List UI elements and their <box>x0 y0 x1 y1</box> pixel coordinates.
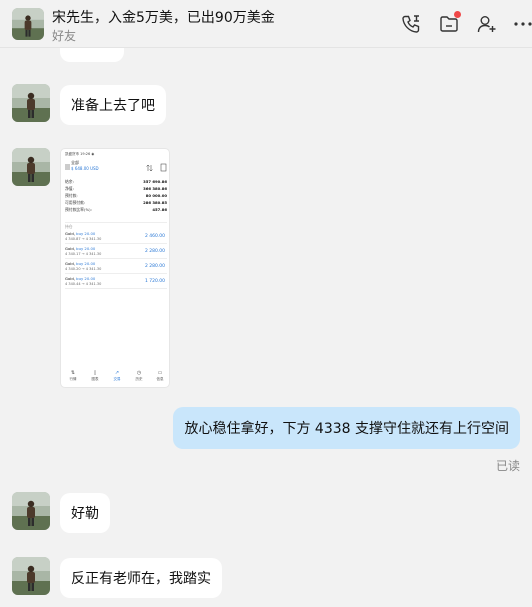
message-list[interactable]: 准备上去了吧 凯盛货币 19:26 ◉ 全部 $ 648.00 USD 结余: 3… <box>0 48 532 607</box>
screenshot-status-bar: 凯盛货币 19:26 ◉ <box>65 152 95 156</box>
image-message[interactable]: 凯盛货币 19:26 ◉ 全部 $ 648.00 USD 结余: 357 690.… <box>60 148 170 388</box>
contact-status: 好友 <box>52 29 77 43</box>
message-bubble[interactable]: 准备上去了吧 <box>60 85 166 125</box>
screenshot-positions-header: 持仓 <box>65 222 167 229</box>
chat-title: 宋先生，入金5万美，已出90万美金 <box>52 10 275 26</box>
message-bubble[interactable]: 反正有老师在，我踏实 <box>60 558 222 598</box>
call-icon[interactable] <box>400 13 422 35</box>
more-icon[interactable] <box>512 13 532 35</box>
screenshot-summary-row: 结余: 357 690.86 <box>65 179 167 184</box>
contact-avatar[interactable] <box>12 148 50 186</box>
contact-avatar[interactable] <box>12 557 50 595</box>
screenshot-summary-row: 预付款: 80 000.00 <box>65 193 167 198</box>
screenshot-account-balance: $ 648.00 USD <box>71 166 99 171</box>
screenshot-position-row: Gold, buy 20.00 4 340.17 → 4 341.30 2 28… <box>65 245 167 259</box>
screenshot-position-row: Gold, buy 20.00 4 340.20 → 4 341.30 2 28… <box>65 260 167 274</box>
add-friend-icon[interactable] <box>476 13 498 35</box>
notification-dot <box>454 11 461 18</box>
contact-avatar[interactable] <box>12 84 50 122</box>
contact-avatar[interactable] <box>12 492 50 530</box>
read-status: 已读 <box>495 459 520 473</box>
chat-header: 宋先生，入金5万美，已出90万美金 好友 <box>0 0 532 48</box>
screenshot-position-row: Gold, buy 20.00 4 340.44 → 4 341.30 1 72… <box>65 275 167 289</box>
folder-icon[interactable] <box>438 11 461 35</box>
screenshot-summary-row: 预付款比率(%): 457.86 <box>65 207 167 212</box>
contact-avatar[interactable] <box>12 8 44 40</box>
message-bubble[interactable]: 好勒 <box>60 493 110 533</box>
screenshot-summary-row: 可用预付款: 286 380.85 <box>65 200 167 205</box>
screenshot-summary-row: 净值: 366 380.86 <box>65 186 167 191</box>
message-bubble-partial <box>60 48 124 62</box>
screenshot-position-row: Gold, buy 20.00 4 340.87 → 4 341.30 2 46… <box>65 230 167 244</box>
message-bubble-outgoing[interactable]: 放心稳住拿好，下方 4338 支撑守住就还有上行空间 <box>173 407 520 449</box>
screenshot-bottom-nav: ⇅ 行情 ▯ 图表 ↗ 交易 ◷ 历史 ▭ 信息 <box>69 370 164 381</box>
